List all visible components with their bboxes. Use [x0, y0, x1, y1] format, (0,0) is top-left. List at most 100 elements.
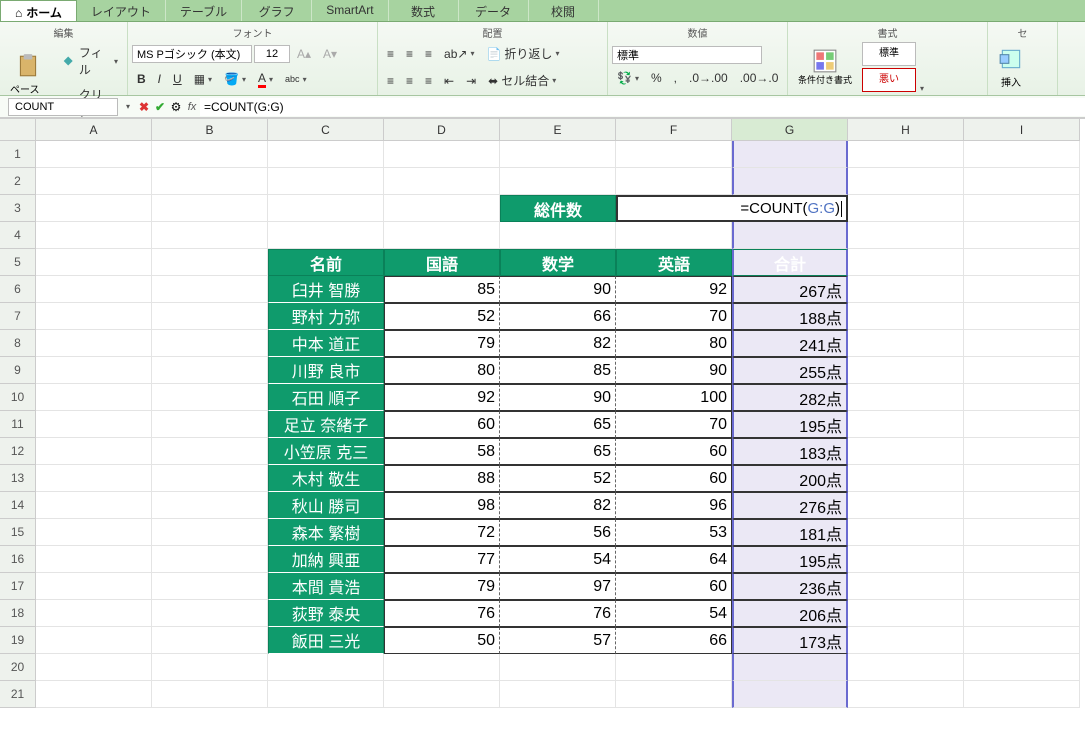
cell-C6[interactable]: 臼井 智勝 [268, 276, 384, 303]
cell-B10[interactable] [152, 384, 268, 411]
cell-G2[interactable] [732, 168, 848, 195]
fx-button[interactable]: ⚙ [168, 100, 184, 114]
cell-B15[interactable] [152, 519, 268, 546]
bold-button[interactable]: B [132, 68, 151, 91]
cell-A1[interactable] [36, 141, 152, 168]
cell-C15[interactable]: 森本 繁樹 [268, 519, 384, 546]
cell-H1[interactable] [848, 141, 964, 168]
align-left-button[interactable]: ≡ [382, 69, 399, 92]
cell-B6[interactable] [152, 276, 268, 303]
cell-E16[interactable]: 54 [500, 546, 616, 573]
cell-C9[interactable]: 川野 良市 [268, 357, 384, 384]
cell-H3[interactable] [848, 195, 964, 222]
row-header-11[interactable]: 11 [0, 411, 36, 438]
cell-B3[interactable] [152, 195, 268, 222]
insert-button[interactable]: 挿入 [992, 44, 1030, 91]
row-header-1[interactable]: 1 [0, 141, 36, 168]
row-header-8[interactable]: 8 [0, 330, 36, 357]
row-header-21[interactable]: 21 [0, 681, 36, 708]
cell-D12[interactable]: 58 [384, 438, 500, 465]
cell-A20[interactable] [36, 654, 152, 681]
spreadsheet-grid[interactable]: ABCDEFGHI123総件数=COUNT(G:G)45名前国語数学英語合計6臼… [0, 118, 1085, 708]
cell-A12[interactable] [36, 438, 152, 465]
comma-button[interactable]: , [669, 68, 682, 88]
cell-I17[interactable] [964, 573, 1080, 600]
cell-A4[interactable] [36, 222, 152, 249]
cell-A17[interactable] [36, 573, 152, 600]
cell-C19[interactable]: 飯田 三光 [268, 627, 384, 654]
cell-F5[interactable]: 英語 [616, 249, 732, 276]
cell-B20[interactable] [152, 654, 268, 681]
column-header-A[interactable]: A [36, 119, 152, 141]
cell-C5[interactable]: 名前 [268, 249, 384, 276]
cell-F2[interactable] [616, 168, 732, 195]
styles-more[interactable]: ▾ [920, 84, 924, 93]
cell-D1[interactable] [384, 141, 500, 168]
cell-A11[interactable] [36, 411, 152, 438]
fill-color-button[interactable]: 🪣▾ [219, 68, 251, 91]
italic-button[interactable]: I [153, 68, 166, 91]
cell-G5[interactable]: 合計 [732, 249, 848, 276]
cell-B5[interactable] [152, 249, 268, 276]
cell-G18[interactable]: 206点 [732, 600, 848, 627]
cell-F21[interactable] [616, 681, 732, 708]
cell-E19[interactable]: 57 [500, 627, 616, 654]
column-header-F[interactable]: F [616, 119, 732, 141]
row-header-18[interactable]: 18 [0, 600, 36, 627]
cell-B2[interactable] [152, 168, 268, 195]
name-box[interactable] [8, 98, 118, 116]
cell-B9[interactable] [152, 357, 268, 384]
cell-H16[interactable] [848, 546, 964, 573]
cell-D15[interactable]: 72 [384, 519, 500, 546]
cell-A19[interactable] [36, 627, 152, 654]
cell-E20[interactable] [500, 654, 616, 681]
cell-C14[interactable]: 秋山 勝司 [268, 492, 384, 519]
cell-G9[interactable]: 255点 [732, 357, 848, 384]
cell-A6[interactable] [36, 276, 152, 303]
cell-I7[interactable] [964, 303, 1080, 330]
tab-smartart[interactable]: SmartArt [312, 0, 388, 21]
cell-F14[interactable]: 96 [616, 492, 732, 519]
cell-A8[interactable] [36, 330, 152, 357]
row-header-13[interactable]: 13 [0, 465, 36, 492]
cell-D18[interactable]: 76 [384, 600, 500, 627]
cell-C10[interactable]: 石田 順子 [268, 384, 384, 411]
merge-button[interactable]: ⬌セル結合▾ [483, 69, 561, 92]
align-top-button[interactable]: ≡ [382, 42, 399, 65]
cell-C4[interactable] [268, 222, 384, 249]
cell-G21[interactable] [732, 681, 848, 708]
cell-G19[interactable]: 173点 [732, 627, 848, 654]
cell-E21[interactable] [500, 681, 616, 708]
cell-I4[interactable] [964, 222, 1080, 249]
row-header-20[interactable]: 20 [0, 654, 36, 681]
cell-G20[interactable] [732, 654, 848, 681]
increase-font-button[interactable]: A▴ [292, 44, 316, 64]
cell-C12[interactable]: 小笠原 克三 [268, 438, 384, 465]
cell-F11[interactable]: 70 [616, 411, 732, 438]
cell-B16[interactable] [152, 546, 268, 573]
column-header-H[interactable]: H [848, 119, 964, 141]
cell-C11[interactable]: 足立 奈緒子 [268, 411, 384, 438]
cell-F13[interactable]: 60 [616, 465, 732, 492]
align-bottom-button[interactable]: ≡ [420, 42, 437, 65]
cell-D21[interactable] [384, 681, 500, 708]
cell-F16[interactable]: 64 [616, 546, 732, 573]
cell-I1[interactable] [964, 141, 1080, 168]
cell-C21[interactable] [268, 681, 384, 708]
name-box-dropdown[interactable]: ▾ [120, 102, 136, 111]
cell-C16[interactable]: 加納 興亜 [268, 546, 384, 573]
cell-D13[interactable]: 88 [384, 465, 500, 492]
cell-H14[interactable] [848, 492, 964, 519]
cell-G12[interactable]: 183点 [732, 438, 848, 465]
cell-E14[interactable]: 82 [500, 492, 616, 519]
cell-H11[interactable] [848, 411, 964, 438]
cell-B1[interactable] [152, 141, 268, 168]
cell-H4[interactable] [848, 222, 964, 249]
cell-F18[interactable]: 54 [616, 600, 732, 627]
style-bad[interactable]: 悪い [862, 68, 916, 92]
cell-G1[interactable] [732, 141, 848, 168]
cell-B19[interactable] [152, 627, 268, 654]
font-color-button[interactable]: A▾ [253, 68, 278, 91]
cell-C7[interactable]: 野村 力弥 [268, 303, 384, 330]
cell-A9[interactable] [36, 357, 152, 384]
